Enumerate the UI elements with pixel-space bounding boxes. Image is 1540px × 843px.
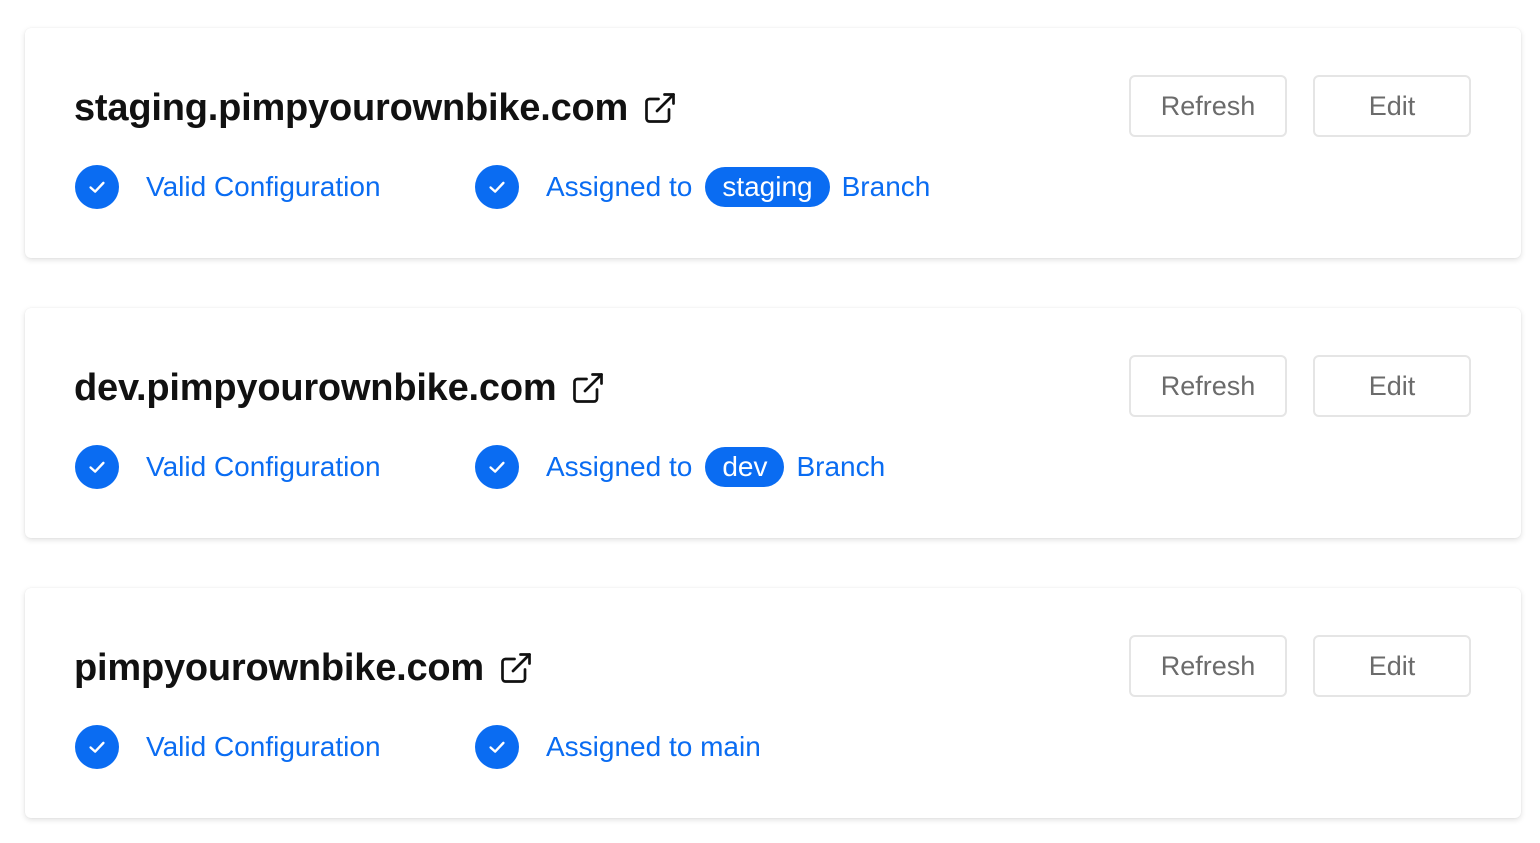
status-row: Valid Configuration Assigned to main (75, 724, 761, 770)
domain-name[interactable]: pimpyourownbike.com (74, 642, 484, 694)
valid-configuration-label: Valid Configuration (146, 731, 381, 762)
domain-header: staging.pimpyourownbike.com (74, 82, 678, 134)
external-link-icon[interactable] (642, 90, 678, 126)
status-row: Valid Configuration Assigned to staging … (75, 164, 930, 210)
edit-button[interactable]: Edit (1313, 355, 1471, 417)
branch-label: Branch (796, 451, 886, 482)
branch-status: Assigned to main (475, 725, 761, 769)
refresh-button[interactable]: Refresh (1129, 355, 1287, 417)
edit-button[interactable]: Edit (1313, 635, 1471, 697)
external-link-icon[interactable] (570, 370, 606, 406)
branch-label: Branch (841, 171, 931, 202)
valid-configuration-label: Valid Configuration (146, 451, 381, 482)
check-circle-icon (75, 165, 119, 209)
config-status: Valid Configuration (75, 165, 475, 209)
config-status: Valid Configuration (75, 725, 475, 769)
domain-card: staging.pimpyourownbike.com Valid Config… (25, 28, 1521, 258)
status-row: Valid Configuration Assigned to dev Bran… (75, 444, 885, 490)
check-circle-icon (475, 445, 519, 489)
branch-badge: dev (705, 447, 785, 487)
branch-status: Assigned to dev Branch (475, 445, 885, 489)
refresh-button[interactable]: Refresh (1129, 75, 1287, 137)
branch-badge: staging (705, 167, 830, 207)
domain-card: pimpyourownbike.com Valid Configuration (25, 588, 1521, 818)
domain-card: dev.pimpyourownbike.com Valid Configurat… (25, 308, 1521, 538)
valid-configuration-label: Valid Configuration (146, 171, 381, 202)
config-status: Valid Configuration (75, 445, 475, 489)
assigned-to-label: Assigned to (546, 451, 693, 482)
check-circle-icon (475, 725, 519, 769)
domain-name[interactable]: dev.pimpyourownbike.com (74, 362, 557, 414)
assigned-to-label: Assigned to (546, 171, 693, 202)
domain-name[interactable]: staging.pimpyourownbike.com (74, 82, 628, 134)
assigned-to-label: Assigned to main (546, 731, 761, 762)
check-circle-icon (75, 725, 119, 769)
refresh-button[interactable]: Refresh (1129, 635, 1287, 697)
check-circle-icon (475, 165, 519, 209)
branch-status: Assigned to staging Branch (475, 165, 930, 209)
check-circle-icon (75, 445, 119, 489)
domain-header: pimpyourownbike.com (74, 642, 534, 694)
external-link-icon[interactable] (498, 650, 534, 686)
domain-list: staging.pimpyourownbike.com Valid Config… (0, 0, 1540, 843)
domain-header: dev.pimpyourownbike.com (74, 362, 606, 414)
edit-button[interactable]: Edit (1313, 75, 1471, 137)
